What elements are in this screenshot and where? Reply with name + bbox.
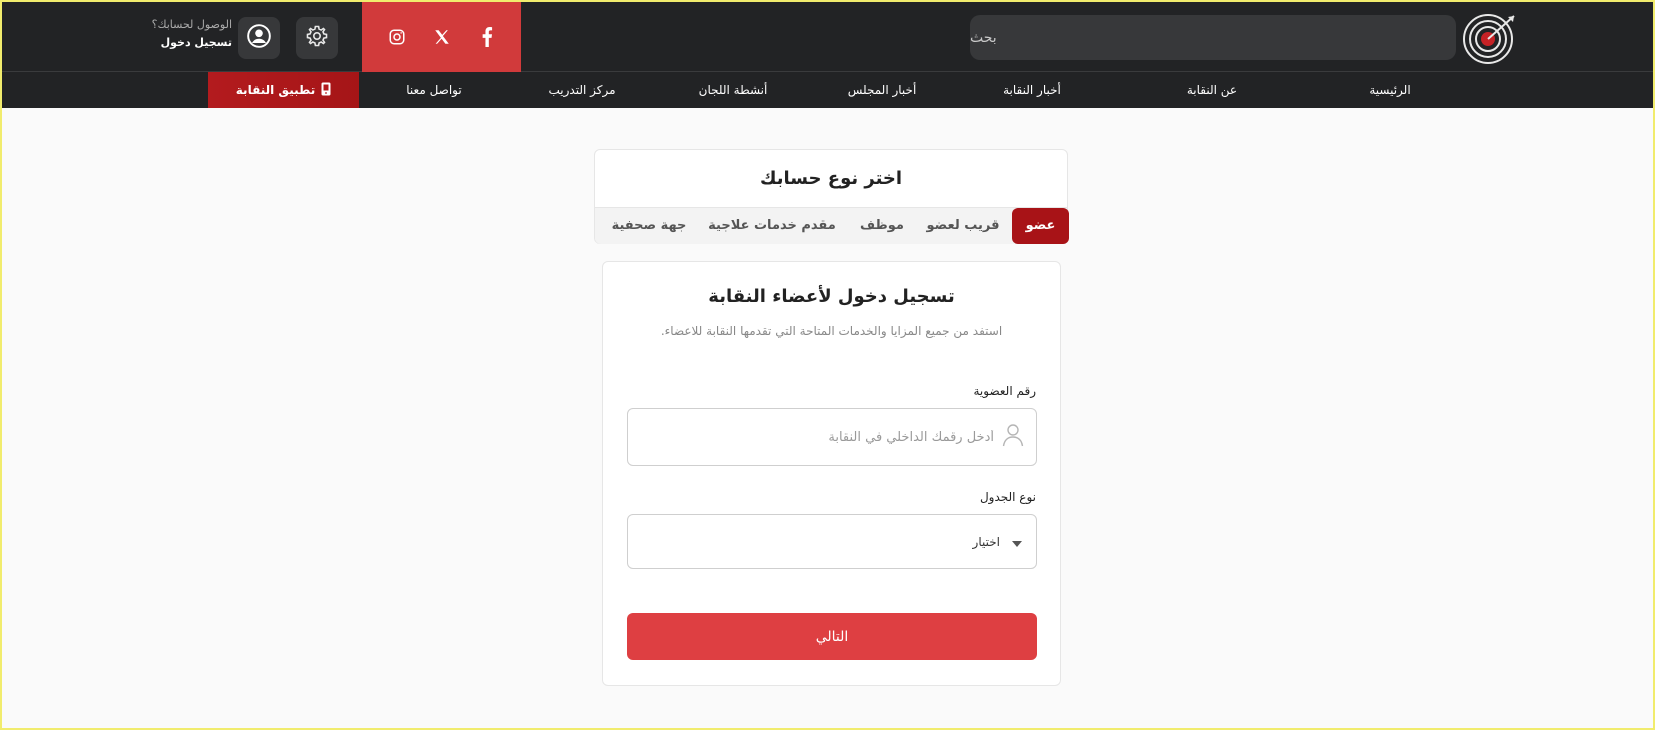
membership-field[interactable] [627, 408, 1037, 466]
membership-input[interactable] [664, 429, 994, 445]
search-input[interactable]: بحث [970, 15, 1456, 60]
settings-button[interactable] [296, 17, 338, 59]
tab-medical-provider[interactable]: مقدم خدمات علاجية [702, 208, 842, 244]
account-type-title: اختر نوع حسابك [595, 150, 1067, 208]
search-placeholder: بحث [970, 29, 997, 46]
mobile-phone-icon [321, 82, 331, 99]
login-link[interactable]: تسجيل دخول [122, 36, 232, 49]
form-title: تسجيل دخول لأعضاء النقابة [708, 286, 955, 307]
nav-app-button[interactable]: تطبيق النقابة [208, 72, 359, 108]
main-nav: الرئيسية عن النقابة أخبار النقابة أخبار … [2, 72, 1653, 108]
account-question: الوصول لحسابك؟ [151, 18, 232, 31]
table-type-select[interactable]: اختيار [627, 514, 1037, 569]
top-header: بحث الوصول لحسابك؟ تسجيل دخول [2, 2, 1653, 72]
account-login-area: الوصول لحسابك؟ تسجيل دخول [122, 18, 232, 49]
nav-item-contact[interactable]: تواصل معنا [374, 72, 494, 108]
nav-item-union-news[interactable]: أخبار النقابة [972, 72, 1092, 108]
nav-item-about[interactable]: عن النقابة [1152, 72, 1272, 108]
account-button[interactable] [238, 17, 280, 59]
target-logo-icon[interactable] [1462, 12, 1518, 64]
instagram-icon[interactable] [386, 26, 408, 48]
gear-icon [305, 24, 329, 52]
tab-member[interactable]: عضو [1012, 208, 1069, 244]
login-form-card: تسجيل دخول لأعضاء النقابة استفد من جميع … [602, 261, 1061, 686]
account-type-tabs: عضو قريب لعضو موظف مقدم خدمات علاجية جهة… [595, 208, 1069, 244]
nav-item-council-news[interactable]: أخبار المجلس [822, 72, 942, 108]
nav-item-committees[interactable]: أنشطة اللجان [673, 72, 793, 108]
nav-item-training[interactable]: مركز التدريب [522, 72, 642, 108]
user-outline-icon [1002, 423, 1024, 451]
caret-down-icon [1012, 532, 1022, 551]
table-type-value: اختيار [972, 534, 1000, 549]
membership-label: رقم العضوية [973, 384, 1037, 398]
social-links [362, 2, 521, 72]
tab-press[interactable]: جهة صحفية [599, 208, 699, 244]
tab-member-relative[interactable]: قريب لعضو [918, 208, 1008, 244]
facebook-icon[interactable] [476, 26, 498, 48]
x-twitter-icon[interactable] [431, 26, 453, 48]
nav-app-label: تطبيق النقابة [235, 83, 316, 97]
user-circle-icon [246, 23, 272, 53]
next-button[interactable]: التالي [627, 613, 1037, 660]
table-type-label: نوع الجدول [979, 490, 1036, 504]
account-type-card: اختر نوع حسابك عضو قريب لعضو موظف مقدم خ… [594, 149, 1069, 244]
form-subtitle: استفد من جميع المزايا والخدمات المتاحة ا… [660, 324, 1003, 338]
nav-item-home[interactable]: الرئيسية [1330, 72, 1450, 108]
tab-employee[interactable]: موظف [850, 208, 914, 244]
